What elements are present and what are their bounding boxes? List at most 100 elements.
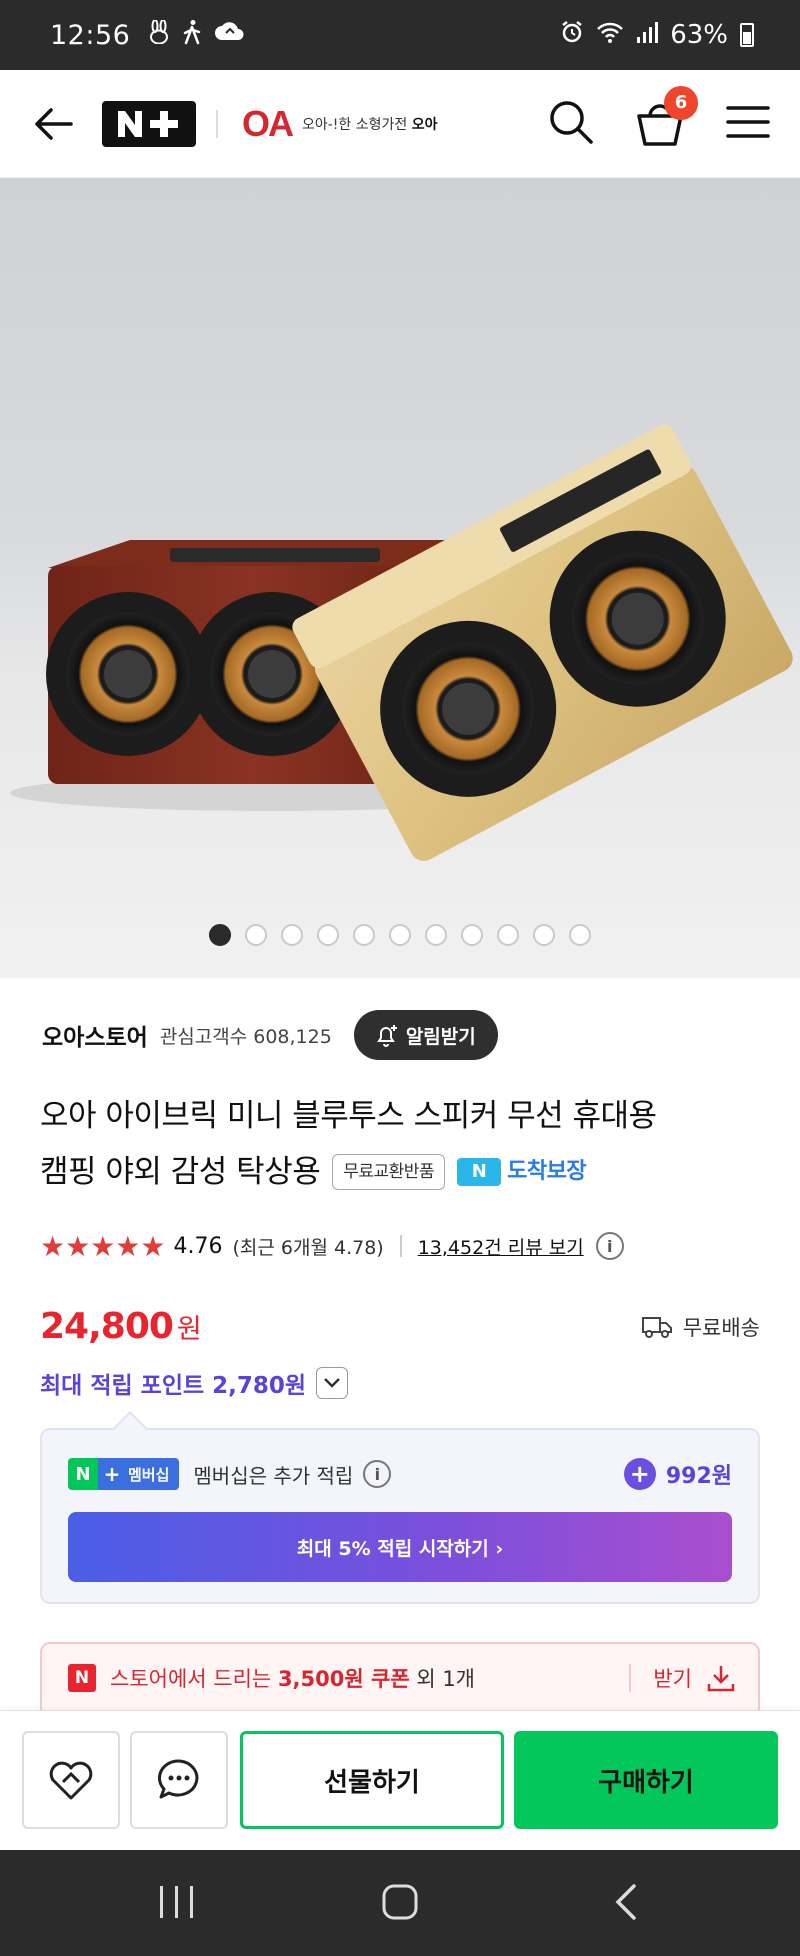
search-button[interactable] (548, 99, 594, 149)
header-actions: 6 (548, 85, 770, 150)
gallery-dot[interactable] (497, 924, 519, 946)
gallery-dot[interactable] (425, 924, 447, 946)
gallery-dot[interactable] (209, 924, 231, 946)
hamburger-menu-icon (726, 105, 770, 138)
coupon-receive-button[interactable]: 받기 (629, 1663, 736, 1693)
gallery-dot[interactable] (317, 924, 339, 946)
coupon-receive-label: 받기 (653, 1667, 692, 1691)
gallery-dot[interactable] (389, 924, 411, 946)
nplus-glyph (118, 110, 178, 137)
membership-card: N + 멤버십 멤버십은 추가 적립 i + 992원 최대 5% 적립 시작하… (40, 1428, 760, 1604)
star-rating-icon: ★★★★★ (40, 1229, 166, 1263)
naver-plus-logo[interactable] (102, 100, 196, 147)
membership-badge-text: 멤버십 (126, 1458, 180, 1490)
membership-extra-points: + 992원 (623, 1458, 732, 1490)
buy-button[interactable]: 구매하기 (514, 1731, 778, 1829)
arrival-label: 도착보장 (507, 1159, 587, 1184)
gallery-dot[interactable] (245, 924, 267, 946)
gallery-pagination (0, 924, 800, 946)
membership-row: N + 멤버십 멤버십은 추가 적립 i + 992원 (68, 1456, 732, 1492)
coupon-divider (629, 1664, 632, 1692)
header-divider (216, 109, 218, 138)
brand-logo: OA (242, 102, 294, 144)
status-right: 63% (560, 20, 754, 51)
status-time: 12:56 (50, 19, 131, 51)
home-icon[interactable] (382, 1884, 418, 1920)
page: 12:56 63% OA 오아-!한 소형가전 오아 6 오아스토어 관심고객수… (0, 0, 800, 1956)
coupon-text: 스토어에서 드리는 3,500원 쿠폰 외 1개 (110, 1667, 476, 1691)
info-icon[interactable]: i (595, 1232, 624, 1260)
membership-description: 멤버십은 추가 적립 (193, 1463, 354, 1488)
status-left-icons (148, 19, 244, 51)
plus-icon: + (98, 1458, 126, 1490)
brand-tagline: 오아-!한 소형가전 오아 (302, 116, 438, 133)
free-shipping: 무료배송 (641, 1312, 760, 1342)
store-fans-count: 관심고객수 608,125 (159, 1025, 332, 1048)
product-image[interactable] (0, 178, 800, 978)
talk-talk-button[interactable] (130, 1731, 228, 1829)
rabbit-icon (148, 19, 170, 50)
alarm-label: 알림받기 (405, 1025, 476, 1048)
store-info: 오아스토어 관심고객수 608,125 알림받기 (42, 1010, 498, 1060)
truck-icon (641, 1316, 672, 1338)
extra-points-value: 992원 (665, 1464, 732, 1489)
price: 24,800 원 (40, 1306, 202, 1347)
heart-plus-icon (49, 1761, 93, 1800)
product-title-line1: 오아 아이브릭 미니 블루투스 스피커 무선 휴대용 (40, 1098, 657, 1134)
coupon-banner[interactable]: N 스토어에서 드리는 3,500원 쿠폰 외 1개 받기 (40, 1642, 760, 1712)
plus-circle-icon: + (623, 1458, 656, 1490)
back-nav-icon[interactable] (615, 1884, 636, 1920)
membership-info-icon[interactable]: i (363, 1460, 392, 1488)
walking-icon (182, 19, 202, 51)
search-icon (550, 100, 593, 144)
menu-button[interactable] (726, 104, 770, 144)
status-bar: 12:56 63% (0, 0, 800, 70)
price-row: 24,800 원 무료배송 (40, 1306, 760, 1347)
gallery-dot[interactable] (281, 924, 303, 946)
product-title: 오아 아이브릭 미니 블루투스 스피커 무선 휴대용 캠핑 야외 감성 탁상용 … (40, 1088, 760, 1200)
battery-percent: 63% (670, 20, 728, 50)
gallery-dot[interactable] (533, 924, 555, 946)
membership-badge: N + 멤버십 (68, 1458, 180, 1490)
free-return-tag[interactable]: 무료교환반품 (332, 1154, 446, 1190)
signal-icon (636, 20, 659, 51)
chevron-down-icon (324, 1378, 340, 1388)
naver-n-icon: N (68, 1664, 96, 1692)
arrival-guarantee-tag[interactable]: N 도착보장 (457, 1144, 587, 1200)
speakers-illustration (10, 424, 793, 861)
points-label: 최대 적립 포인트 2,780원 (40, 1373, 307, 1399)
cart-count-badge: 6 (664, 85, 698, 120)
gift-button[interactable]: 선물하기 (240, 1731, 504, 1829)
store-brand[interactable]: OA 오아-!한 소형가전 오아 (242, 103, 438, 145)
wifi-icon (596, 20, 624, 51)
rating-row: ★★★★★ 4.76 (최근 6개월 4.78) 13,452건 리뷰 보기 i (40, 1228, 624, 1264)
rating-divider (399, 1235, 402, 1257)
battery-icon (740, 23, 754, 47)
rating-score: 4.76 (173, 1233, 223, 1259)
subscribe-alarm-button[interactable]: 알림받기 (353, 1010, 498, 1060)
recent-apps-icon[interactable] (160, 1886, 193, 1918)
reviews-link[interactable]: 13,452건 리뷰 보기 (418, 1233, 584, 1260)
gallery-dot[interactable] (569, 924, 591, 946)
cart-button[interactable]: 6 (634, 85, 698, 150)
back-button[interactable] (30, 101, 76, 147)
download-icon (707, 1666, 735, 1692)
system-nav-buttons (160, 1884, 636, 1920)
product-title-line2: 캠핑 야외 감성 탁상용 (40, 1154, 321, 1190)
shipping-label: 무료배송 (682, 1315, 760, 1340)
arrow-left-icon (35, 107, 73, 140)
wishlist-button[interactable] (22, 1731, 120, 1829)
bell-plus-icon (376, 1025, 397, 1047)
system-nav-bar (0, 1850, 800, 1956)
gallery-dot[interactable] (461, 924, 483, 946)
app-header: OA 오아-!한 소형가전 오아 6 (0, 70, 800, 178)
chat-bubble-icon (157, 1759, 199, 1799)
store-name[interactable]: 오아스토어 (42, 1018, 148, 1052)
gallery-dot[interactable] (353, 924, 375, 946)
membership-start-button[interactable]: 최대 5% 적립 시작하기 › (68, 1512, 732, 1582)
cloud-sync-icon (214, 20, 244, 50)
naver-n-icon: N (68, 1458, 98, 1490)
max-points: 최대 적립 포인트 2,780원 (40, 1366, 349, 1400)
points-expand-button[interactable] (316, 1367, 349, 1399)
rating-recent: (최근 6개월 4.78) (232, 1236, 384, 1259)
